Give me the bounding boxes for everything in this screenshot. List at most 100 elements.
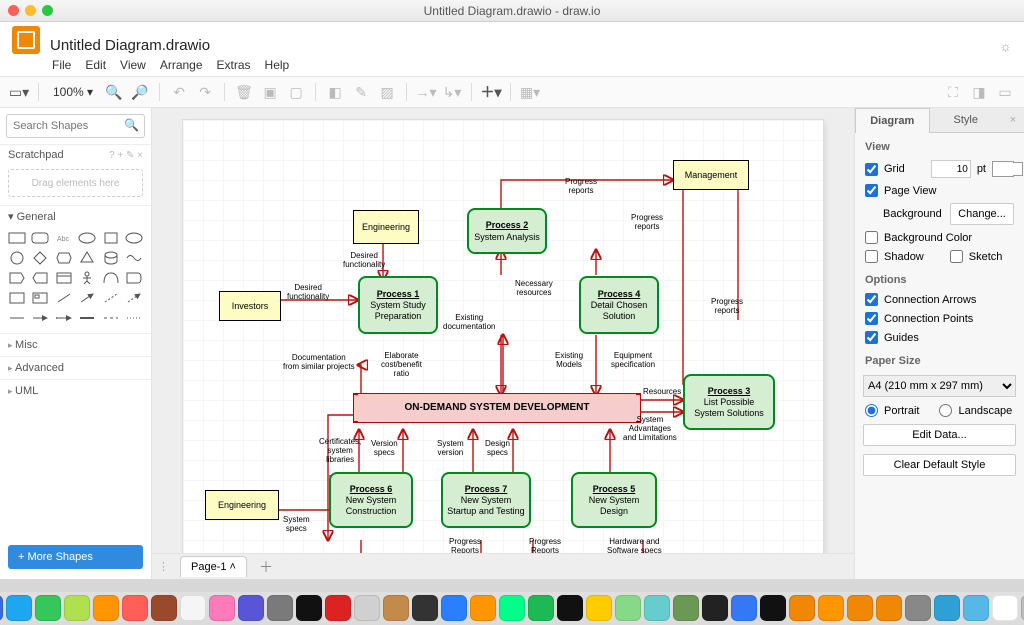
dock-app-27[interactable]: [760, 595, 786, 621]
category-misc[interactable]: Misc: [0, 333, 151, 356]
dock-app-23[interactable]: [644, 595, 670, 621]
category-uml[interactable]: UML: [0, 379, 151, 402]
grid-color-swatch[interactable]: [992, 161, 1014, 177]
sketch-checkbox[interactable]: [950, 250, 963, 263]
change-bg-button[interactable]: Change...: [950, 203, 1014, 225]
delete-icon[interactable]: 🗑: [233, 81, 255, 103]
tab-diagram[interactable]: Diagram: [855, 108, 930, 133]
close-panel-icon[interactable]: ×: [1002, 108, 1024, 133]
document-title[interactable]: Untitled Diagram.drawio: [50, 37, 210, 54]
line-color-icon[interactable]: ✎: [350, 81, 372, 103]
fullscreen-icon[interactable]: ⛶: [942, 81, 964, 103]
dock-app-28[interactable]: [789, 595, 815, 621]
connection-icon[interactable]: →▾: [415, 81, 437, 103]
zoom-out-icon[interactable]: 🔎: [129, 81, 151, 103]
conn-arrows-checkbox[interactable]: [865, 293, 878, 306]
table-icon[interactable]: ▦▾: [519, 81, 541, 103]
to-front-icon[interactable]: ▣: [259, 81, 281, 103]
node-process-5[interactable]: Process 5New System Design: [571, 472, 657, 528]
menu-view[interactable]: View: [120, 58, 146, 76]
portrait-radio[interactable]: [865, 404, 878, 417]
node-engineering[interactable]: Engineering: [353, 210, 419, 244]
dock-app-24[interactable]: [673, 595, 699, 621]
redo-icon[interactable]: ↷: [194, 81, 216, 103]
dock-app-3[interactable]: [64, 595, 90, 621]
dock-app-15[interactable]: [412, 595, 438, 621]
landscape-radio[interactable]: [939, 404, 952, 417]
dock-app-0[interactable]: [0, 595, 3, 621]
node-engineering-left[interactable]: Engineering: [205, 490, 279, 520]
dock-app-8[interactable]: [209, 595, 235, 621]
conn-points-checkbox[interactable]: [865, 312, 878, 325]
dock-app-21[interactable]: [586, 595, 612, 621]
canvas[interactable]: Engineering Investors Management Enginee…: [183, 120, 823, 553]
dock-app-22[interactable]: [615, 595, 641, 621]
node-process-7[interactable]: Process 7New System Startup and Testing: [441, 472, 531, 528]
dock-app-11[interactable]: [296, 595, 322, 621]
dock-app-25[interactable]: [702, 595, 728, 621]
menu-file[interactable]: File: [52, 58, 71, 76]
node-process-2[interactable]: Process 2System Analysis: [467, 208, 547, 254]
zoom-in-icon[interactable]: 🔍: [103, 81, 125, 103]
node-process-3[interactable]: Process 3List Possible System Solutions: [683, 374, 775, 430]
tab-style[interactable]: Style: [930, 108, 1003, 133]
menu-extras[interactable]: Extras: [217, 58, 251, 76]
paper-size-select[interactable]: A4 (210 mm x 297 mm): [863, 375, 1016, 397]
dock-app-5[interactable]: [122, 595, 148, 621]
waypoint-icon[interactable]: ↳▾: [441, 81, 463, 103]
menu-edit[interactable]: Edit: [85, 58, 106, 76]
dock-app-29[interactable]: [818, 595, 844, 621]
add-page-button[interactable]: ＋: [253, 557, 279, 577]
category-advanced[interactable]: Advanced: [0, 356, 151, 379]
dock-app-33[interactable]: [934, 595, 960, 621]
dock-app-14[interactable]: [383, 595, 409, 621]
guides-checkbox[interactable]: [865, 331, 878, 344]
dock-app-30[interactable]: [847, 595, 873, 621]
format-panel-icon[interactable]: ◨: [968, 81, 990, 103]
dock-app-6[interactable]: [151, 595, 177, 621]
appearance-icon[interactable]: ☼: [999, 38, 1012, 54]
outline-icon[interactable]: ▭: [994, 81, 1016, 103]
menu-arrange[interactable]: Arrange: [160, 58, 203, 76]
zoom-level[interactable]: 100% ▾: [47, 85, 99, 99]
grid-size-input[interactable]: [931, 160, 971, 178]
dock-app-9[interactable]: [238, 595, 264, 621]
node-process-1[interactable]: Process 1System Study Preparation: [358, 276, 438, 334]
shadow-checkbox[interactable]: [865, 250, 878, 263]
to-back-icon[interactable]: ▢: [285, 81, 307, 103]
dock-app-31[interactable]: [876, 595, 902, 621]
dock-app-19[interactable]: [528, 595, 554, 621]
dock-app-18[interactable]: [499, 595, 525, 621]
dock-app-20[interactable]: [557, 595, 583, 621]
clear-style-button[interactable]: Clear Default Style: [863, 454, 1016, 476]
pages-menu-icon[interactable]: ⋮: [158, 560, 174, 573]
dock-app-1[interactable]: [6, 595, 32, 621]
node-process-4[interactable]: Process 4Detail Chosen Solution: [579, 276, 659, 334]
node-investors[interactable]: Investors: [219, 291, 281, 321]
view-menu-button[interactable]: ▭▾: [8, 81, 30, 103]
general-heading[interactable]: General: [17, 211, 56, 223]
dock-app-13[interactable]: [354, 595, 380, 621]
dock-app-10[interactable]: [267, 595, 293, 621]
undo-icon[interactable]: ↶: [168, 81, 190, 103]
bgcolor-checkbox[interactable]: [865, 231, 878, 244]
dock-app-2[interactable]: [35, 595, 61, 621]
dock-app-12[interactable]: [325, 595, 351, 621]
node-management[interactable]: Management: [673, 160, 749, 190]
page-tab-1[interactable]: Page-1 ˄: [180, 556, 247, 577]
node-process-6[interactable]: Process 6New System Construction: [329, 472, 413, 528]
dock-app-7[interactable]: [180, 595, 206, 621]
more-shapes-button[interactable]: + More Shapes: [8, 545, 143, 569]
shadow-icon[interactable]: ▨: [376, 81, 398, 103]
fill-color-icon[interactable]: ◧: [324, 81, 346, 103]
dock-app-17[interactable]: [470, 595, 496, 621]
dock-app-4[interactable]: [93, 595, 119, 621]
dock-app-34[interactable]: [963, 595, 989, 621]
scratchpad-tools[interactable]: ? + ✎ ×: [109, 150, 143, 161]
insert-icon[interactable]: ＋▾: [480, 81, 502, 103]
pageview-checkbox[interactable]: [865, 184, 878, 197]
node-center[interactable]: ON-DEMAND SYSTEM DEVELOPMENT: [353, 393, 641, 423]
edit-data-button[interactable]: Edit Data...: [863, 424, 1016, 446]
dock-app-32[interactable]: [905, 595, 931, 621]
scratchpad-drop[interactable]: Drag elements here: [8, 169, 143, 197]
